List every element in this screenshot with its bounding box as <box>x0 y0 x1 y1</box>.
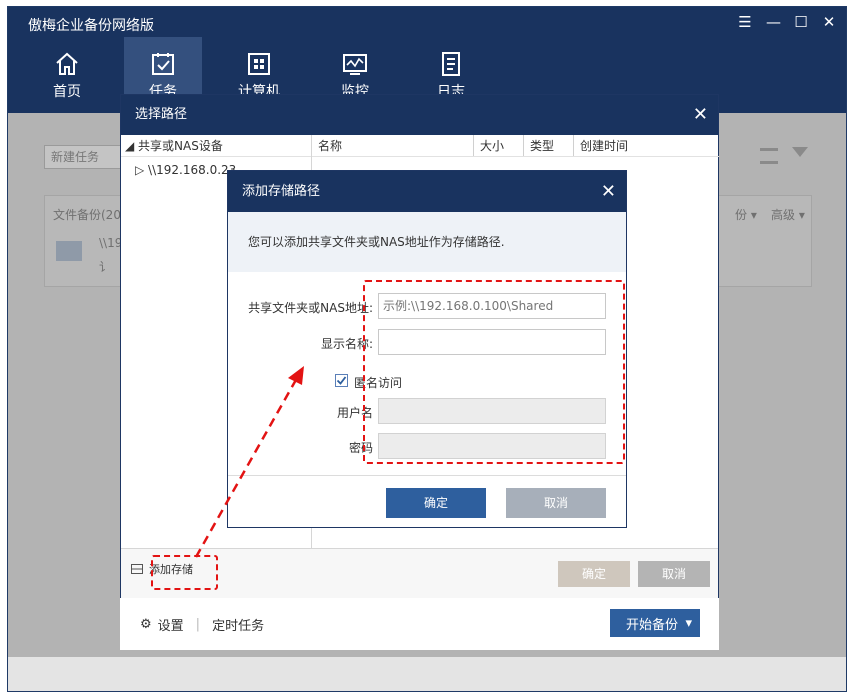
log-icon <box>436 49 466 79</box>
backup-chip: 份 ▾ <box>735 208 757 222</box>
password-label: 密码 <box>348 441 373 455</box>
schedule-link[interactable]: 定时任务 <box>212 615 264 634</box>
tree-header[interactable]: ◢ 共享或NAS设备 <box>121 135 311 157</box>
bottom-bar: ⚙ 设置 | 定时任务 开始备份 ▾ <box>120 598 719 650</box>
close-icon[interactable]: ✕ <box>601 171 616 212</box>
backup-check-fragment: 讠 <box>99 260 112 274</box>
minimize-icon[interactable]: — <box>766 13 781 31</box>
username-label: 用户名 <box>336 406 373 420</box>
maximize-icon[interactable]: ☐ <box>794 13 808 31</box>
nav-item-home[interactable]: 首页 <box>28 37 106 113</box>
close-icon[interactable]: ✕ <box>693 95 708 135</box>
add-path-dialog-header: 添加存储路径 ✕ <box>228 171 626 212</box>
file-grid-header: 名称 大小 类型 创建时间 <box>312 135 719 157</box>
new-task-input: 新建任务 <box>44 145 129 169</box>
menu-icon[interactable]: ☰ <box>738 13 752 31</box>
filter-icon <box>792 147 808 157</box>
folder-icon <box>56 241 82 261</box>
highlight-box-add-storage <box>151 555 218 590</box>
window-controls: ☰ — ☐ ✕ <box>738 13 836 31</box>
share-address-label: 共享文件夹或NAS地址: <box>248 301 373 315</box>
list-view-icon <box>760 148 778 164</box>
ok-button[interactable]: 确定 <box>558 561 630 587</box>
cancel-button[interactable]: 取消 <box>506 488 606 518</box>
highlight-box-form <box>363 280 625 464</box>
display-name-label: 显示名称: <box>320 337 373 351</box>
file-backup-title: 文件备份(202 <box>53 208 129 222</box>
start-backup-label: 开始备份 <box>626 617 679 633</box>
select-path-dialog-title: 选择路径 <box>135 107 188 122</box>
select-path-dialog-header: 选择路径 ✕ <box>121 95 718 135</box>
separator: | <box>195 617 201 632</box>
add-path-dialog-title: 添加存储路径 <box>242 184 321 199</box>
footer-strip <box>8 657 846 691</box>
cancel-button[interactable]: 取消 <box>638 561 710 587</box>
app-title: 傲梅企业备份网络版 <box>28 18 154 34</box>
ok-button[interactable]: 确定 <box>386 488 486 518</box>
computer-icon <box>244 49 274 79</box>
chevron-down-icon[interactable]: ▾ <box>685 616 692 631</box>
anonymous-checkbox[interactable] <box>335 374 348 387</box>
nav-label-home: 首页 <box>53 84 81 100</box>
monitor-icon <box>340 49 370 79</box>
column-type[interactable]: 类型 <box>524 135 574 156</box>
task-icon <box>148 49 178 79</box>
start-backup-button[interactable]: 开始备份 ▾ <box>610 609 700 637</box>
info-banner: 您可以添加共享文件夹或NAS地址作为存储路径. <box>228 212 626 272</box>
checkmark-icon <box>336 376 347 385</box>
column-created[interactable]: 创建时间 <box>574 135 719 156</box>
gear-icon[interactable]: ⚙ <box>140 617 152 632</box>
close-icon[interactable]: ✕ <box>822 13 836 31</box>
add-path-dialog-footer: 确定 取消 <box>228 475 626 527</box>
settings-area: ⚙ 设置 | 定时任务 <box>140 615 264 634</box>
storage-icon <box>131 564 143 574</box>
column-name[interactable]: 名称 <box>312 135 474 156</box>
settings-link[interactable]: 设置 <box>158 615 184 634</box>
advanced-chip: 高级 ▾ <box>771 208 805 222</box>
column-size[interactable]: 大小 <box>474 135 524 156</box>
home-icon <box>52 49 82 79</box>
